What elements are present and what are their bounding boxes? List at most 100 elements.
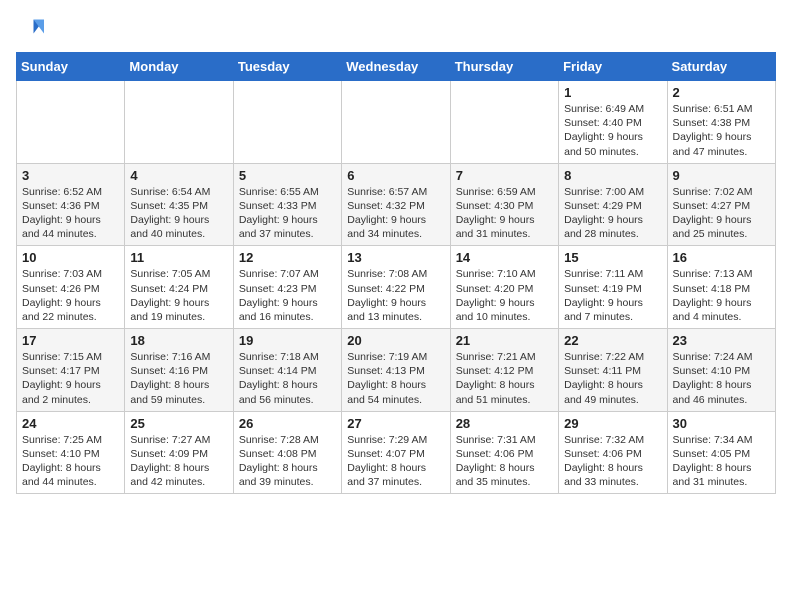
logo: [16, 16, 48, 44]
day-info: Sunrise: 6:59 AM Sunset: 4:30 PM Dayligh…: [456, 185, 553, 242]
calendar-cell: 16 Sunrise: 7:13 AM Sunset: 4:18 PM Dayli…: [667, 246, 775, 329]
calendar-cell: 13 Sunrise: 7:08 AM Sunset: 4:22 PM Dayli…: [342, 246, 450, 329]
week-row-2: 3 Sunrise: 6:52 AM Sunset: 4:36 PM Daylig…: [17, 163, 776, 246]
calendar-cell: 9 Sunrise: 7:02 AM Sunset: 4:27 PM Daylig…: [667, 163, 775, 246]
day-info: Sunrise: 7:08 AM Sunset: 4:22 PM Dayligh…: [347, 267, 444, 324]
day-info: Sunrise: 7:31 AM Sunset: 4:06 PM Dayligh…: [456, 433, 553, 490]
calendar-cell: 22 Sunrise: 7:22 AM Sunset: 4:11 PM Dayli…: [559, 329, 667, 412]
calendar-cell: 11Sunrise: 7:05 AM Sunset: 4:24 PM Dayli…: [125, 246, 233, 329]
day-number: 4: [130, 168, 227, 183]
day-info: Sunrise: 7:27 AM Sunset: 4:09 PM Dayligh…: [130, 433, 227, 490]
day-number: 8: [564, 168, 661, 183]
day-number: 13: [347, 250, 444, 265]
calendar-cell: [17, 81, 125, 164]
calendar-cell: [233, 81, 341, 164]
day-info: Sunrise: 7:32 AM Sunset: 4:06 PM Dayligh…: [564, 433, 661, 490]
day-number: 18: [130, 333, 227, 348]
day-number: 24: [22, 416, 119, 431]
calendar-cell: 18 Sunrise: 7:16 AM Sunset: 4:16 PM Dayli…: [125, 329, 233, 412]
day-number: 19: [239, 333, 336, 348]
day-header-tuesday: Tuesday: [233, 53, 341, 81]
day-info: Sunrise: 7:25 AM Sunset: 4:10 PM Dayligh…: [22, 433, 119, 490]
calendar-cell: 26 Sunrise: 7:28 AM Sunset: 4:08 PM Dayli…: [233, 411, 341, 494]
calendar-body: 1 Sunrise: 6:49 AM Sunset: 4:40 PM Daylig…: [17, 81, 776, 494]
day-info: Sunrise: 6:55 AM Sunset: 4:33 PM Dayligh…: [239, 185, 336, 242]
day-info: Sunrise: 7:02 AM Sunset: 4:27 PM Dayligh…: [673, 185, 770, 242]
calendar-cell: 7 Sunrise: 6:59 AM Sunset: 4:30 PM Daylig…: [450, 163, 558, 246]
day-number: 11: [130, 250, 227, 265]
calendar: SundayMondayTuesdayWednesdayThursdayFrid…: [16, 52, 776, 494]
calendar-cell: 2 Sunrise: 6:51 AM Sunset: 4:38 PM Daylig…: [667, 81, 775, 164]
day-number: 25: [130, 416, 227, 431]
logo-icon: [16, 16, 44, 44]
day-header-sunday: Sunday: [17, 53, 125, 81]
day-info: Sunrise: 6:51 AM Sunset: 4:38 PM Dayligh…: [673, 102, 770, 159]
day-number: 23: [673, 333, 770, 348]
day-number: 12: [239, 250, 336, 265]
calendar-cell: 24 Sunrise: 7:25 AM Sunset: 4:10 PM Dayli…: [17, 411, 125, 494]
calendar-cell: 6 Sunrise: 6:57 AM Sunset: 4:32 PM Daylig…: [342, 163, 450, 246]
day-number: 29: [564, 416, 661, 431]
calendar-cell: 21 Sunrise: 7:21 AM Sunset: 4:12 PM Dayli…: [450, 329, 558, 412]
calendar-cell: [342, 81, 450, 164]
day-info: Sunrise: 7:18 AM Sunset: 4:14 PM Dayligh…: [239, 350, 336, 407]
calendar-cell: 4Sunrise: 6:54 AM Sunset: 4:35 PM Daylig…: [125, 163, 233, 246]
day-number: 26: [239, 416, 336, 431]
day-number: 5: [239, 168, 336, 183]
header-row: SundayMondayTuesdayWednesdayThursdayFrid…: [17, 53, 776, 81]
day-number: 1: [564, 85, 661, 100]
day-info: Sunrise: 6:52 AM Sunset: 4:36 PM Dayligh…: [22, 185, 119, 242]
day-number: 20: [347, 333, 444, 348]
day-info: Sunrise: 7:16 AM Sunset: 4:16 PM Dayligh…: [130, 350, 227, 407]
day-info: Sunrise: 7:24 AM Sunset: 4:10 PM Dayligh…: [673, 350, 770, 407]
calendar-cell: 20 Sunrise: 7:19 AM Sunset: 4:13 PM Dayli…: [342, 329, 450, 412]
calendar-cell: 8Sunrise: 7:00 AM Sunset: 4:29 PM Daylig…: [559, 163, 667, 246]
day-header-monday: Monday: [125, 53, 233, 81]
day-number: 14: [456, 250, 553, 265]
day-number: 22: [564, 333, 661, 348]
calendar-header: SundayMondayTuesdayWednesdayThursdayFrid…: [17, 53, 776, 81]
day-number: 9: [673, 168, 770, 183]
day-info: Sunrise: 7:34 AM Sunset: 4:05 PM Dayligh…: [673, 433, 770, 490]
day-info: Sunrise: 7:19 AM Sunset: 4:13 PM Dayligh…: [347, 350, 444, 407]
week-row-3: 10Sunrise: 7:03 AM Sunset: 4:26 PM Dayli…: [17, 246, 776, 329]
calendar-cell: 3 Sunrise: 6:52 AM Sunset: 4:36 PM Daylig…: [17, 163, 125, 246]
calendar-cell: [125, 81, 233, 164]
calendar-cell: 25 Sunrise: 7:27 AM Sunset: 4:09 PM Dayli…: [125, 411, 233, 494]
calendar-cell: 28Sunrise: 7:31 AM Sunset: 4:06 PM Dayli…: [450, 411, 558, 494]
day-info: Sunrise: 6:57 AM Sunset: 4:32 PM Dayligh…: [347, 185, 444, 242]
day-info: Sunrise: 7:13 AM Sunset: 4:18 PM Dayligh…: [673, 267, 770, 324]
calendar-cell: 15 Sunrise: 7:11 AM Sunset: 4:19 PM Dayli…: [559, 246, 667, 329]
day-info: Sunrise: 7:28 AM Sunset: 4:08 PM Dayligh…: [239, 433, 336, 490]
day-info: Sunrise: 6:49 AM Sunset: 4:40 PM Dayligh…: [564, 102, 661, 159]
day-number: 10: [22, 250, 119, 265]
day-number: 16: [673, 250, 770, 265]
day-header-saturday: Saturday: [667, 53, 775, 81]
calendar-cell: 17 Sunrise: 7:15 AM Sunset: 4:17 PM Dayli…: [17, 329, 125, 412]
calendar-cell: 30 Sunrise: 7:34 AM Sunset: 4:05 PM Dayli…: [667, 411, 775, 494]
header: [16, 16, 776, 44]
day-number: 7: [456, 168, 553, 183]
calendar-cell: 27Sunrise: 7:29 AM Sunset: 4:07 PM Dayli…: [342, 411, 450, 494]
day-number: 30: [673, 416, 770, 431]
calendar-cell: 23 Sunrise: 7:24 AM Sunset: 4:10 PM Dayli…: [667, 329, 775, 412]
day-header-thursday: Thursday: [450, 53, 558, 81]
day-number: 6: [347, 168, 444, 183]
day-number: 3: [22, 168, 119, 183]
day-info: Sunrise: 7:11 AM Sunset: 4:19 PM Dayligh…: [564, 267, 661, 324]
week-row-4: 17 Sunrise: 7:15 AM Sunset: 4:17 PM Dayli…: [17, 329, 776, 412]
calendar-cell: 10Sunrise: 7:03 AM Sunset: 4:26 PM Dayli…: [17, 246, 125, 329]
calendar-cell: 29 Sunrise: 7:32 AM Sunset: 4:06 PM Dayli…: [559, 411, 667, 494]
calendar-cell: 1 Sunrise: 6:49 AM Sunset: 4:40 PM Daylig…: [559, 81, 667, 164]
day-number: 15: [564, 250, 661, 265]
day-info: Sunrise: 7:22 AM Sunset: 4:11 PM Dayligh…: [564, 350, 661, 407]
day-info: Sunrise: 7:07 AM Sunset: 4:23 PM Dayligh…: [239, 267, 336, 324]
day-info: Sunrise: 7:21 AM Sunset: 4:12 PM Dayligh…: [456, 350, 553, 407]
day-info: Sunrise: 7:15 AM Sunset: 4:17 PM Dayligh…: [22, 350, 119, 407]
week-row-5: 24 Sunrise: 7:25 AM Sunset: 4:10 PM Dayli…: [17, 411, 776, 494]
calendar-cell: 12 Sunrise: 7:07 AM Sunset: 4:23 PM Dayli…: [233, 246, 341, 329]
day-number: 17: [22, 333, 119, 348]
day-number: 21: [456, 333, 553, 348]
calendar-cell: 19 Sunrise: 7:18 AM Sunset: 4:14 PM Dayli…: [233, 329, 341, 412]
day-number: 2: [673, 85, 770, 100]
